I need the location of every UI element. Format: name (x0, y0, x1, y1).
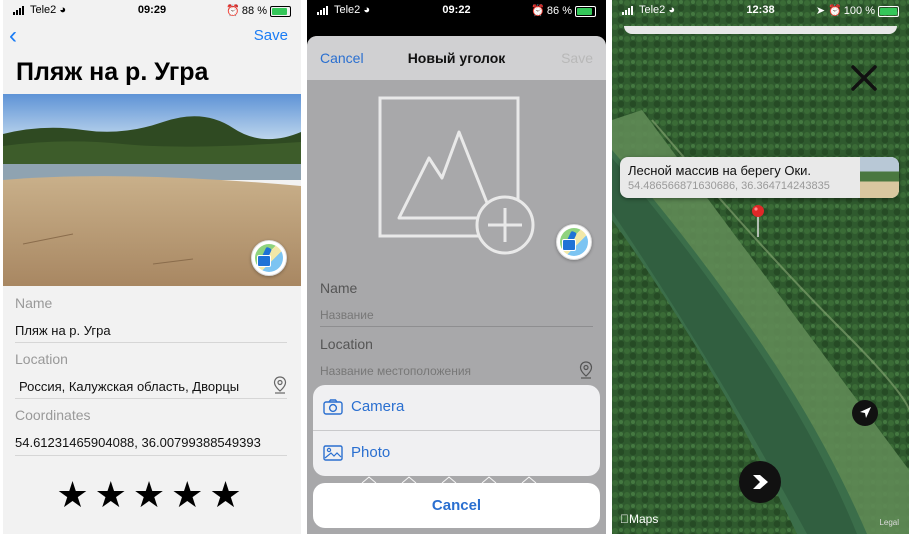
place-photo (3, 94, 301, 286)
star-rating[interactable]: ★★★★★ (3, 474, 301, 516)
location-label: Location (320, 336, 373, 352)
maps-app-icon[interactable] (556, 224, 592, 260)
place-detail-screen: Tele2 ◕ 09:29 ⏰ 88 % ‹ Save Пляж на р. Уг… (3, 0, 301, 534)
location-label: Location (15, 351, 68, 367)
photo-action-label: Photo (351, 444, 391, 461)
battery-icon (878, 5, 899, 17)
name-label: Name (15, 295, 53, 311)
back-chevron-icon[interactable]: ‹ (9, 22, 17, 50)
battery-icon (575, 5, 596, 17)
name-input[interactable]: Название (320, 308, 374, 322)
camera-icon (323, 399, 343, 415)
callout-coordinates: 54.486566871630686, 36.364714243835 (628, 180, 830, 192)
battery-percent: 100 % (843, 5, 875, 17)
location-services-icon: ➤ (815, 5, 826, 17)
name-field[interactable]: Пляж на р. Угра (15, 323, 111, 338)
image-picker-area[interactable] (307, 80, 606, 270)
alarm-icon: ⏰ (531, 5, 545, 17)
action-sheet: Camera Photo (313, 385, 600, 476)
save-button[interactable]: Save (561, 50, 593, 66)
alarm-icon: ⏰ (226, 5, 240, 17)
directions-icon (753, 475, 768, 489)
map-screen: Tele2 ◕ 12:38 ➤ ⏰ 100 % Лесной массив на … (612, 0, 909, 534)
page-title: Пляж на р. Угра (16, 58, 209, 86)
close-icon[interactable] (844, 58, 884, 98)
alarm-icon: ⏰ (828, 5, 842, 17)
photo-action[interactable]: Photo (313, 431, 600, 476)
save-button[interactable]: Save (254, 27, 288, 44)
name-label: Name (320, 280, 358, 296)
map-pin-icon[interactable] (751, 204, 765, 238)
callout-title: Лесной массив на берегу Оки. (628, 163, 812, 178)
maps-logo-text: Maps (620, 512, 658, 526)
current-location-button[interactable] (852, 400, 878, 426)
battery-percent: 88 % (241, 5, 267, 17)
divider (15, 342, 287, 343)
battery-percent: 86 % (546, 5, 572, 17)
photo-icon (323, 445, 343, 461)
maps-app-icon[interactable] (251, 240, 287, 276)
divider (15, 455, 287, 456)
callout-thumbnail (860, 157, 899, 198)
status-bar: Tele2 ◕ 09:29 ⏰ 88 % (3, 0, 301, 20)
action-sheet-cancel-button[interactable]: Cancel (313, 483, 600, 528)
legal-link[interactable]: Legal (879, 518, 899, 527)
status-bar: Tele2 ◕ 12:38 ➤ ⏰ 100 % (612, 0, 909, 20)
directions-button[interactable] (739, 461, 781, 503)
search-bar[interactable] (624, 26, 897, 34)
location-input[interactable]: Название местоположения (320, 364, 471, 378)
apple-logo-icon:  (620, 512, 629, 526)
divider (320, 326, 593, 327)
location-pin-icon[interactable] (273, 376, 287, 394)
divider (15, 398, 287, 399)
camera-action-label: Camera (351, 398, 405, 415)
location-arrow-icon (860, 407, 871, 418)
location-field[interactable]: Россия, Калужская область, Дворцы (19, 379, 239, 394)
new-place-screen: Tele2 ◕ 09:22 ⏰ 86 % Cancel Новый уголок … (307, 0, 606, 534)
coordinates-label: Coordinates (15, 407, 91, 423)
place-callout[interactable]: Лесной массив на берегу Оки. 54.48656687… (620, 157, 899, 198)
camera-action[interactable]: Camera (313, 385, 600, 430)
battery-icon (270, 5, 291, 17)
location-pin-icon[interactable] (579, 361, 593, 379)
status-bar: Tele2 ◕ 09:22 ⏰ 86 % (307, 0, 606, 20)
coordinates-field: 54.61231465904088, 36.00799388549393 (15, 435, 261, 450)
